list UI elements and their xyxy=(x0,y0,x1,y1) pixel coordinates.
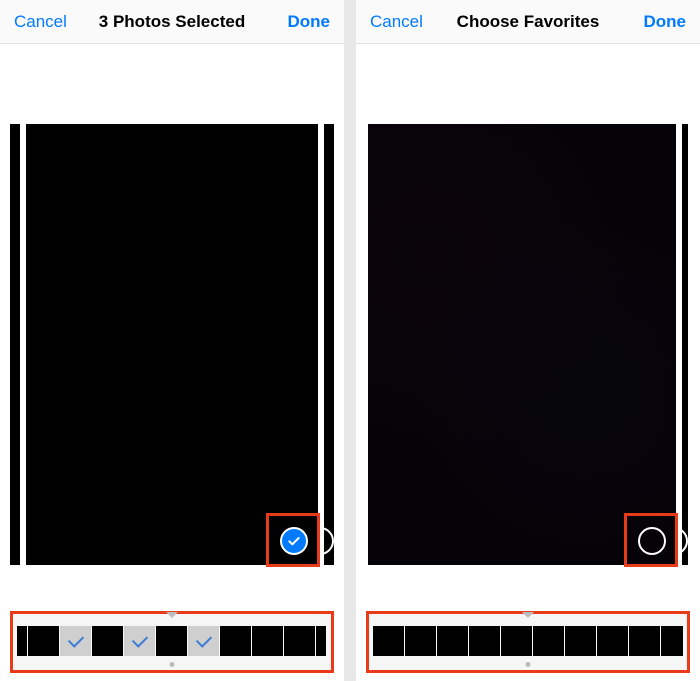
cancel-button[interactable]: Cancel xyxy=(370,12,423,32)
filmstrip-thumb[interactable] xyxy=(469,626,500,656)
filmstrip[interactable] xyxy=(17,626,327,656)
current-photo[interactable] xyxy=(368,124,676,565)
current-indicator-icon xyxy=(166,612,178,618)
filmstrip-thumb[interactable] xyxy=(284,626,315,656)
next-photo-selection-badge xyxy=(682,527,688,555)
photo-viewer[interactable] xyxy=(0,44,344,595)
filmstrip-thumb[interactable] xyxy=(17,626,27,656)
filmstrip-thumb[interactable] xyxy=(220,626,251,656)
filmstrip-thumb[interactable] xyxy=(661,626,683,656)
filmstrip-region xyxy=(0,595,344,681)
screen-left: Cancel 3 Photos Selected Done xyxy=(0,0,344,681)
next-photo-selection-badge xyxy=(324,527,334,555)
checkmark-icon xyxy=(286,533,302,549)
filmstrip-thumb[interactable] xyxy=(565,626,596,656)
filmstrip-thumb[interactable] xyxy=(156,626,187,656)
next-photo-peek[interactable] xyxy=(324,124,334,565)
filmstrip-thumb[interactable] xyxy=(405,626,436,656)
filmstrip-thumb[interactable] xyxy=(597,626,628,656)
cancel-button[interactable]: Cancel xyxy=(14,12,67,32)
filmstrip-thumb[interactable] xyxy=(373,626,404,656)
filmstrip-thumb[interactable] xyxy=(188,626,219,656)
filmstrip-container xyxy=(366,611,690,673)
filmstrip-thumb[interactable] xyxy=(60,626,91,656)
navbar: Cancel Choose Favorites Done xyxy=(356,0,700,44)
navbar: Cancel 3 Photos Selected Done xyxy=(0,0,344,44)
filmstrip-thumb[interactable] xyxy=(501,626,532,656)
navbar-title: 3 Photos Selected xyxy=(99,12,245,32)
filmstrip-thumb[interactable] xyxy=(533,626,564,656)
prev-photo-peek[interactable] xyxy=(10,124,20,565)
next-photo-peek[interactable] xyxy=(682,124,688,565)
filmstrip-thumb[interactable] xyxy=(316,626,326,656)
filmstrip-container xyxy=(10,611,334,673)
filmstrip-thumb[interactable] xyxy=(124,626,155,656)
filmstrip[interactable] xyxy=(373,626,683,656)
current-photo[interactable] xyxy=(26,124,318,565)
filmstrip-thumb[interactable] xyxy=(252,626,283,656)
photo-viewer[interactable] xyxy=(356,44,700,595)
navbar-title: Choose Favorites xyxy=(457,12,600,32)
filmstrip-thumb[interactable] xyxy=(629,626,660,656)
selection-toggle[interactable] xyxy=(638,527,666,555)
filmstrip-thumb[interactable] xyxy=(437,626,468,656)
filmstrip-thumb[interactable] xyxy=(92,626,123,656)
selection-toggle[interactable] xyxy=(280,527,308,555)
done-button[interactable]: Done xyxy=(644,12,687,32)
filmstrip-thumb[interactable] xyxy=(28,626,59,656)
screen-right: Cancel Choose Favorites Done xyxy=(356,0,700,681)
page-dot-icon xyxy=(170,662,175,667)
current-indicator-icon xyxy=(522,612,534,618)
filmstrip-region xyxy=(356,595,700,681)
done-button[interactable]: Done xyxy=(288,12,331,32)
page-dot-icon xyxy=(526,662,531,667)
